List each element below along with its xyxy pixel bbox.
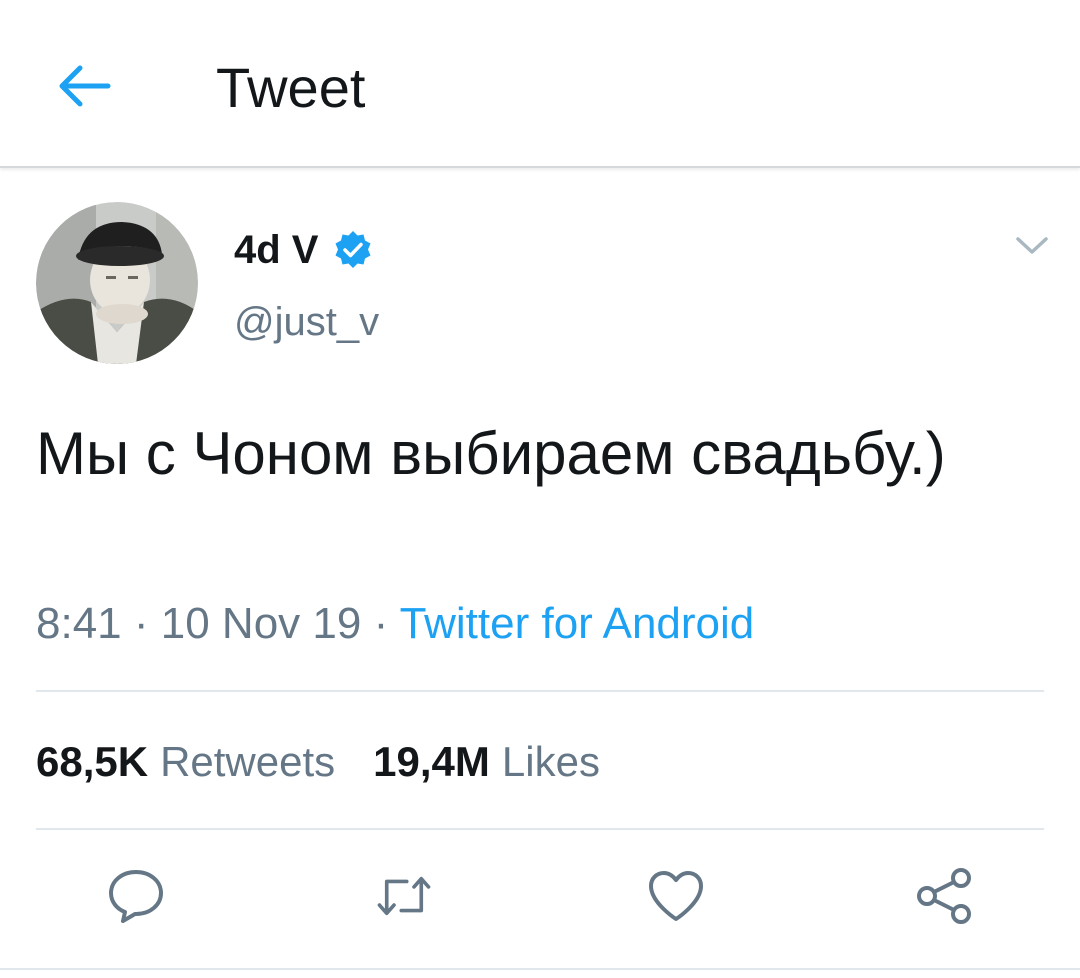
likes-count: 19,4M [373, 738, 490, 785]
like-button[interactable] [646, 866, 706, 926]
retweets-label: Retweets [160, 738, 336, 785]
likes-stat[interactable]: 19,4M Likes [373, 736, 600, 788]
avatar[interactable] [36, 202, 198, 364]
app-bar: Tweet [0, 0, 1080, 168]
author-name-row[interactable]: 4d V [234, 226, 374, 274]
verified-badge-icon [332, 229, 374, 271]
tweet-source-link[interactable]: Twitter for Android [400, 599, 755, 648]
heart-icon [649, 871, 703, 921]
reply-icon [109, 870, 163, 923]
avatar-photo [36, 202, 198, 364]
tweet-menu-button[interactable] [1010, 228, 1054, 264]
tweet-meta: 8:41 · 10 Nov 19 · Twitter for Android [36, 598, 754, 650]
separator: · [133, 599, 149, 648]
tweet-time: 8:41 [36, 599, 122, 648]
divider [36, 828, 1044, 830]
divider [36, 690, 1044, 692]
reply-button[interactable] [106, 866, 166, 926]
retweets-stat[interactable]: 68,5K Retweets [36, 736, 335, 788]
back-button[interactable] [52, 54, 116, 118]
retweet-icon [377, 876, 431, 916]
tweet-text: Мы с Чоном выбираем свадьбу.) [36, 420, 946, 487]
retweet-button[interactable] [374, 866, 434, 926]
likes-label: Likes [501, 738, 600, 785]
tweet-detail: 4d V @just_v Мы с Чоном выбираем свадьбу… [0, 170, 1080, 978]
page-title: Tweet [216, 56, 366, 119]
share-icon [917, 868, 971, 924]
divider [0, 968, 1080, 970]
chevron-down-icon [1016, 237, 1048, 254]
share-button[interactable] [914, 866, 974, 926]
tweet-stats: 68,5K Retweets 19,4M Likes [36, 736, 638, 788]
separator: · [373, 599, 389, 648]
user-handle[interactable]: @just_v [234, 298, 379, 346]
tweet-date: 10 Nov 19 [160, 599, 362, 648]
arrow-left-icon [59, 65, 111, 107]
display-name: 4d V [234, 228, 319, 272]
retweets-count: 68,5K [36, 738, 149, 785]
